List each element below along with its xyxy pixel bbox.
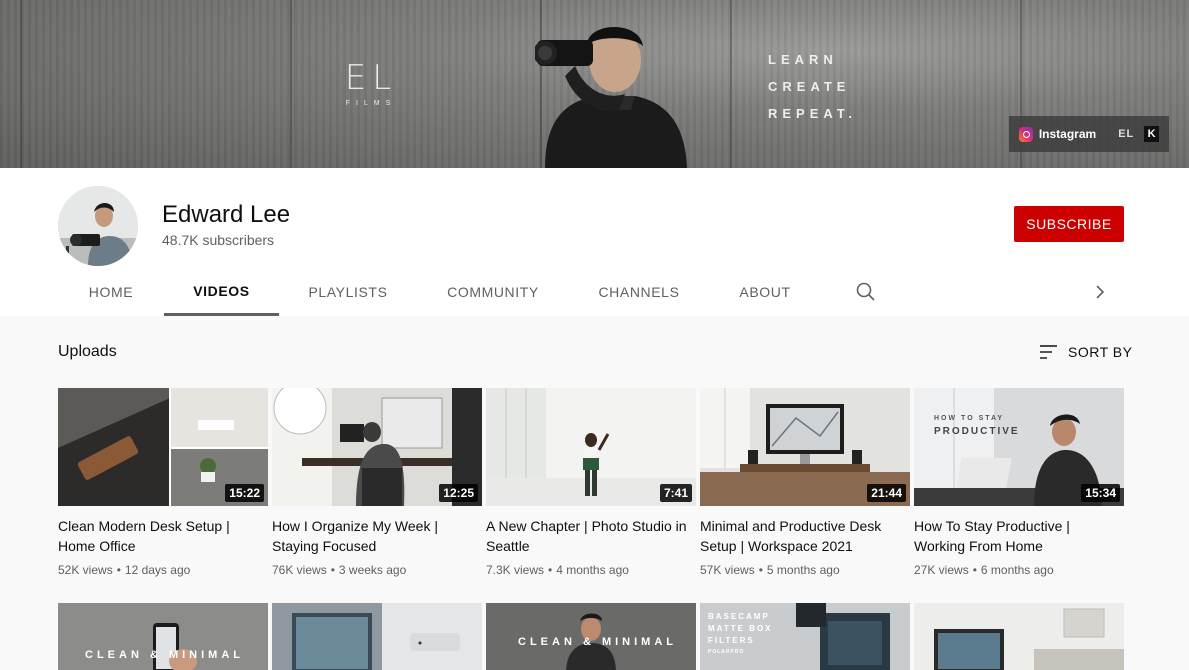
- video-title[interactable]: Clean Modern Desk Setup | Home Office: [58, 516, 268, 556]
- tab-channels[interactable]: CHANNELS: [586, 268, 692, 316]
- channel-header: Edward Lee 48.7K subscribers SUBSCRIBE H…: [0, 168, 1189, 316]
- subscribe-button[interactable]: SUBSCRIBE: [1014, 206, 1124, 242]
- video-title[interactable]: How To Stay Productive | Working From Ho…: [914, 516, 1124, 556]
- tab-playlists[interactable]: PLAYLISTS: [294, 268, 402, 316]
- video-duration: 21:44: [867, 484, 906, 502]
- thumbnail-caption: FILTERS: [708, 636, 755, 645]
- video-thumbnail-row2[interactable]: CLEAN & MINIMAL: [58, 603, 268, 670]
- tagline-line: LEARN: [768, 52, 838, 67]
- thumbnail-caption: MATTE BOX: [708, 624, 773, 633]
- tab-home[interactable]: HOME: [58, 268, 164, 316]
- video-meta: 7.3K views • 4 months ago: [486, 563, 696, 577]
- video-thumbnail[interactable]: 7:41: [486, 388, 696, 506]
- search-icon[interactable]: [854, 280, 878, 304]
- banner-photographer-figure: [535, 27, 687, 168]
- banner-logo: EL FILMS: [334, 60, 408, 107]
- banner-seam: [20, 0, 22, 168]
- section-title: Uploads: [58, 343, 117, 360]
- meta-separator: •: [330, 563, 335, 577]
- tab-videos[interactable]: VIDEOS: [164, 268, 279, 316]
- banner-links: Instagram EL K: [1009, 116, 1169, 152]
- video-thumbnail-row2[interactable]: [914, 603, 1124, 670]
- avatar-photo: [58, 186, 138, 266]
- avatar[interactable]: [58, 186, 138, 266]
- video-views: 76K views: [272, 563, 327, 577]
- instagram-icon[interactable]: [1019, 126, 1033, 142]
- tab-about[interactable]: ABOUT: [726, 268, 804, 316]
- video-title[interactable]: Minimal and Productive Desk Setup | Work…: [700, 516, 910, 556]
- video-title[interactable]: A New Chapter | Photo Studio in Seattle: [486, 516, 696, 556]
- video-card[interactable]: 21:44 Minimal and Productive Desk Setup …: [700, 388, 910, 577]
- meta-separator: •: [116, 563, 121, 577]
- video-card[interactable]: 15:22 Clean Modern Desk Setup | Home Off…: [58, 388, 268, 577]
- banner-logo-sub: FILMS: [345, 100, 397, 107]
- video-thumbnail[interactable]: HOW TO STAY PRODUCTIVE 15:34: [914, 388, 1124, 506]
- video-views: 57K views: [700, 563, 755, 577]
- video-duration: 12:25: [439, 484, 478, 502]
- video-title[interactable]: How I Organize My Week | Staying Focused: [272, 516, 482, 556]
- banner-seam: [730, 0, 732, 168]
- meta-separator: •: [758, 563, 763, 577]
- channel-banner: EL FILMS LEARN CREATE REPEAT. Instagram …: [0, 0, 1189, 168]
- video-age: 4 months ago: [556, 563, 629, 577]
- thumbnail-caption: CLEAN & MINIMAL: [85, 649, 244, 661]
- video-age: 12 days ago: [124, 563, 191, 577]
- video-duration: 15:34: [1081, 484, 1120, 502]
- video-duration: 7:41: [659, 484, 692, 502]
- video-thumbnail-row2[interactable]: BASECAMP MATTE BOX FILTERS POLARPRO: [700, 603, 910, 670]
- thumbnail-caption: HOW TO STAY: [934, 415, 1005, 422]
- meta-separator: •: [548, 563, 553, 577]
- channel-name: Edward Lee: [162, 201, 291, 228]
- kit-link-icon[interactable]: K: [1144, 126, 1159, 142]
- tagline-line: CREATE: [768, 79, 851, 94]
- thumbnail-living-room: [914, 603, 1124, 670]
- video-meta: 27K views • 6 months ago: [914, 563, 1124, 577]
- thumbnail-caption: BASECAMP: [708, 612, 770, 621]
- video-age: 5 months ago: [766, 563, 840, 577]
- video-views: 52K views: [58, 563, 113, 577]
- video-thumbnail[interactable]: 12:25: [272, 388, 482, 506]
- video-duration: 15:22: [225, 484, 264, 502]
- sort-icon: [1040, 345, 1057, 359]
- banner-logo-mark: EL: [344, 58, 398, 98]
- tab-community[interactable]: COMMUNITY: [436, 268, 550, 316]
- banner-tagline: LEARN CREATE REPEAT.: [768, 46, 857, 127]
- video-card[interactable]: HOW TO STAY PRODUCTIVE 15:34 How To Stay…: [914, 388, 1124, 577]
- video-thumbnail[interactable]: 21:44: [700, 388, 910, 506]
- banner-seam: [290, 0, 292, 168]
- subscriber-count: 48.7K subscribers: [162, 232, 275, 248]
- video-views: 27K views: [914, 563, 969, 577]
- video-views: 7.3K views: [486, 563, 545, 577]
- thumbnail-caption: POLARPRO: [708, 649, 745, 655]
- thumbnail-caption: CLEAN & MINIMAL: [518, 636, 677, 648]
- video-card[interactable]: 12:25 How I Organize My Week | Staying F…: [272, 388, 482, 577]
- tagline-line: REPEAT.: [768, 106, 857, 121]
- video-meta: 52K views • 12 days ago: [58, 563, 268, 577]
- sort-by-label: SORT BY: [1068, 344, 1133, 360]
- video-thumbnail-row2[interactable]: CLEAN & MINIMAL: [486, 603, 696, 670]
- thumbnail-caption: PRODUCTIVE: [934, 426, 1020, 437]
- video-card[interactable]: 7:41 A New Chapter | Photo Studio in Sea…: [486, 388, 696, 577]
- instagram-link[interactable]: Instagram: [1039, 127, 1096, 141]
- video-age: 6 months ago: [980, 563, 1054, 577]
- meta-separator: •: [972, 563, 977, 577]
- video-age: 3 weeks ago: [338, 563, 407, 577]
- thumbnail-mac-mini: [272, 603, 482, 670]
- sort-by-button[interactable]: SORT BY: [1038, 341, 1132, 363]
- video-meta: 57K views • 5 months ago: [700, 563, 910, 577]
- video-thumbnail-row2[interactable]: [272, 603, 482, 670]
- video-meta: 76K views • 3 weeks ago: [272, 563, 482, 577]
- el-films-link-icon[interactable]: EL: [1118, 128, 1134, 140]
- chevron-right-icon[interactable]: [1088, 280, 1112, 304]
- video-thumbnail[interactable]: 15:22: [58, 388, 268, 506]
